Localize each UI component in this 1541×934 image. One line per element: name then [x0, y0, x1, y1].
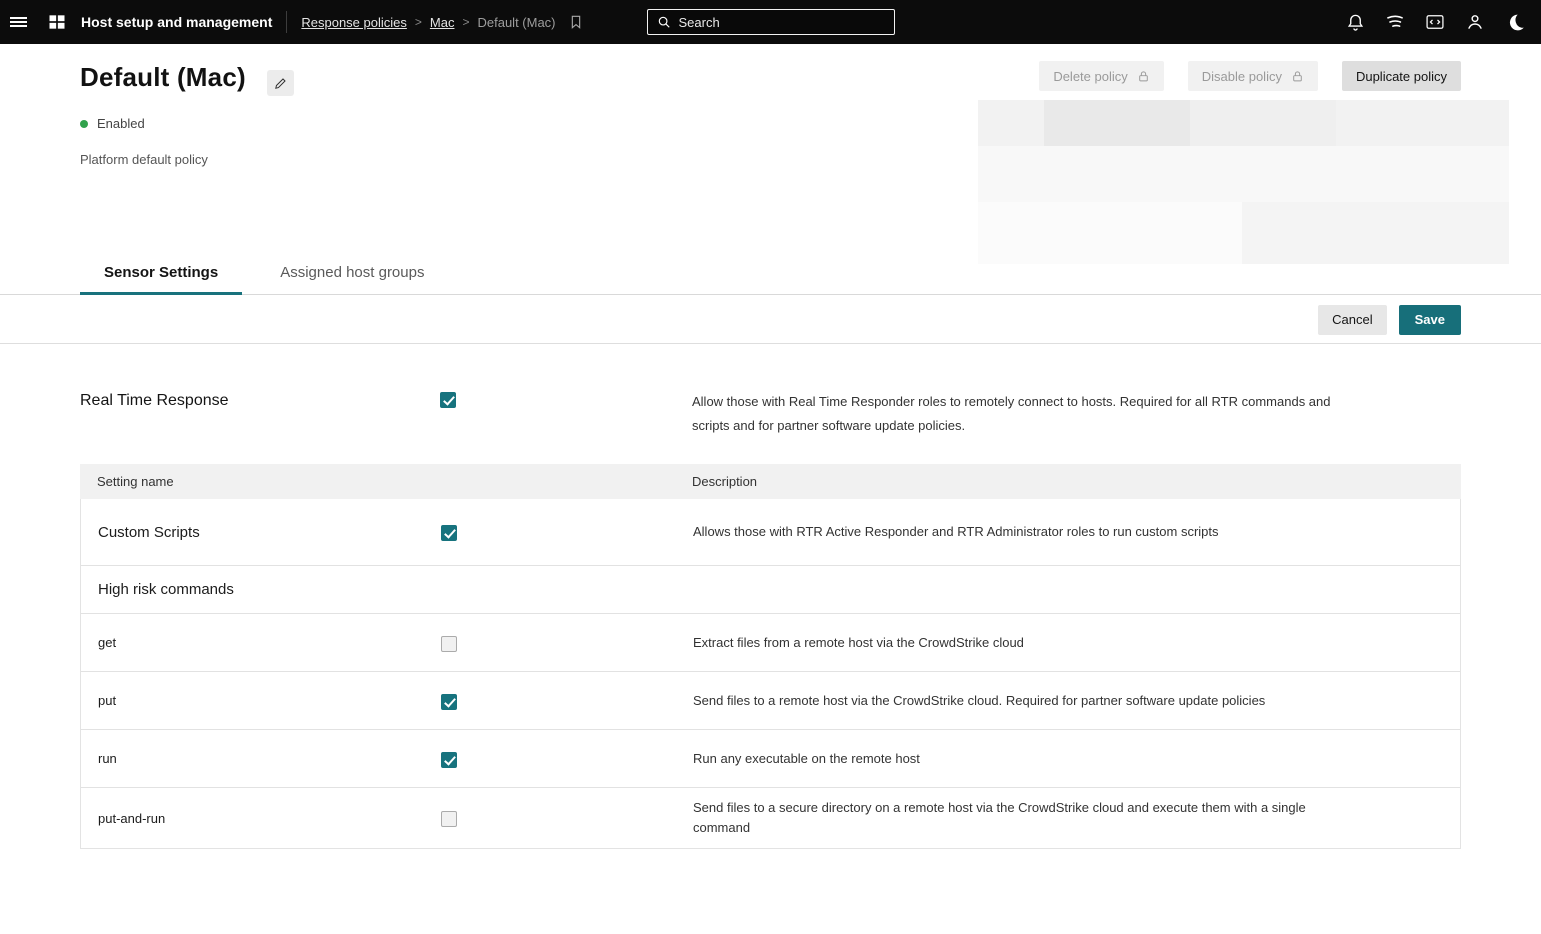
setting-description: Send files to a secure directory on a re…	[693, 788, 1363, 848]
edit-policy-name-button[interactable]	[267, 70, 294, 96]
setting-name: get	[81, 635, 441, 650]
topbar-divider	[286, 11, 287, 33]
table-row: Custom Scripts Allows those with RTR Act…	[81, 499, 1460, 566]
tab-bar: Sensor Settings Assigned host groups	[0, 254, 1541, 295]
breadcrumb-response-policies[interactable]: Response policies	[301, 15, 407, 30]
bookmark-icon[interactable]	[568, 14, 584, 30]
page: Host setup and management Response polic…	[0, 0, 1541, 934]
setting-name: Custom Scripts	[81, 524, 441, 541]
duplicate-policy-label: Duplicate policy	[1356, 69, 1447, 84]
cancel-button[interactable]: Cancel	[1318, 305, 1386, 335]
search-icon	[657, 15, 671, 29]
setting-description: Run any executable on the remote host	[693, 739, 1363, 779]
table-row: put-and-run Send files to a secure direc…	[81, 788, 1460, 848]
rtr-setting-row: Real Time Response Allow those with Real…	[80, 390, 1461, 438]
run-checkbox[interactable]	[441, 752, 457, 768]
disable-policy-label: Disable policy	[1202, 69, 1282, 84]
save-button[interactable]: Save	[1399, 305, 1461, 335]
lock-icon	[1291, 70, 1304, 83]
disable-policy-button[interactable]: Disable policy	[1188, 61, 1318, 91]
tab-sensor-settings[interactable]: Sensor Settings	[80, 254, 242, 295]
hamburger-menu-icon[interactable]	[0, 0, 37, 44]
app-switcher-icon[interactable]	[37, 0, 77, 44]
column-header-description: Description	[692, 474, 1461, 489]
app-title: Host setup and management	[81, 14, 272, 30]
global-search	[647, 9, 895, 35]
tab-assigned-host-groups[interactable]: Assigned host groups	[256, 254, 448, 295]
breadcrumb-separator: >	[415, 15, 422, 29]
save-action-bar: Cancel Save	[0, 296, 1541, 344]
put-checkbox[interactable]	[441, 694, 457, 710]
api-code-icon[interactable]	[1419, 0, 1451, 44]
lock-icon	[1137, 70, 1150, 83]
setting-name: put	[81, 693, 441, 708]
page-title: Default (Mac)	[80, 62, 246, 93]
policy-actions: Delete policy Disable policy Duplicate p…	[1039, 61, 1461, 91]
breadcrumb-separator: >	[462, 15, 469, 29]
grid-icon	[47, 12, 67, 32]
setting-description: Send files to a remote host via the Crow…	[693, 681, 1363, 721]
table-header: Setting name Description	[80, 464, 1461, 499]
setting-name: put-and-run	[81, 811, 441, 826]
setting-description: Allows those with RTR Active Responder a…	[693, 512, 1363, 552]
status-label: Enabled	[97, 116, 145, 131]
table-section-row: High risk commands	[81, 566, 1460, 614]
setting-name: run	[81, 751, 441, 766]
setting-description: Extract files from a remote host via the…	[693, 623, 1363, 663]
table-row: run Run any executable on the remote hos…	[81, 730, 1460, 788]
dark-mode-moon-icon[interactable]	[1499, 0, 1531, 44]
column-header-setting-name: Setting name	[80, 474, 440, 489]
delete-policy-button[interactable]: Delete policy	[1039, 61, 1163, 91]
falcon-support-icon[interactable]	[1379, 0, 1411, 44]
user-profile-icon[interactable]	[1459, 0, 1491, 44]
pencil-icon	[273, 76, 288, 91]
settings-table: Setting name Description Custom Scripts …	[80, 464, 1461, 849]
policy-status: Enabled	[80, 116, 145, 131]
breadcrumb-current: Default (Mac)	[477, 15, 555, 30]
topbar-right-icons	[1339, 0, 1531, 44]
rtr-checkbox[interactable]	[440, 392, 456, 408]
get-checkbox[interactable]	[441, 636, 457, 652]
rtr-label: Real Time Response	[80, 390, 440, 412]
section-title: High risk commands	[81, 581, 234, 598]
breadcrumb: Response policies > Mac > Default (Mac)	[301, 14, 583, 30]
topbar: Host setup and management Response polic…	[0, 0, 1541, 44]
status-dot-enabled	[80, 120, 88, 128]
search-input[interactable]	[679, 15, 885, 30]
policy-subtitle: Platform default policy	[80, 152, 208, 167]
table-row: put Send files to a remote host via the …	[81, 672, 1460, 730]
rtr-description: Allow those with Real Time Responder rol…	[692, 390, 1362, 438]
breadcrumb-mac[interactable]: Mac	[430, 15, 455, 30]
put-and-run-checkbox[interactable]	[441, 811, 457, 827]
custom-scripts-checkbox[interactable]	[441, 525, 457, 541]
duplicate-policy-button[interactable]: Duplicate policy	[1342, 61, 1461, 91]
redacted-policy-metadata	[978, 100, 1509, 264]
table-row: get Extract files from a remote host via…	[81, 614, 1460, 672]
notifications-bell-icon[interactable]	[1339, 0, 1371, 44]
delete-policy-label: Delete policy	[1053, 69, 1127, 84]
sensor-settings-content: Real Time Response Allow those with Real…	[0, 344, 1541, 934]
